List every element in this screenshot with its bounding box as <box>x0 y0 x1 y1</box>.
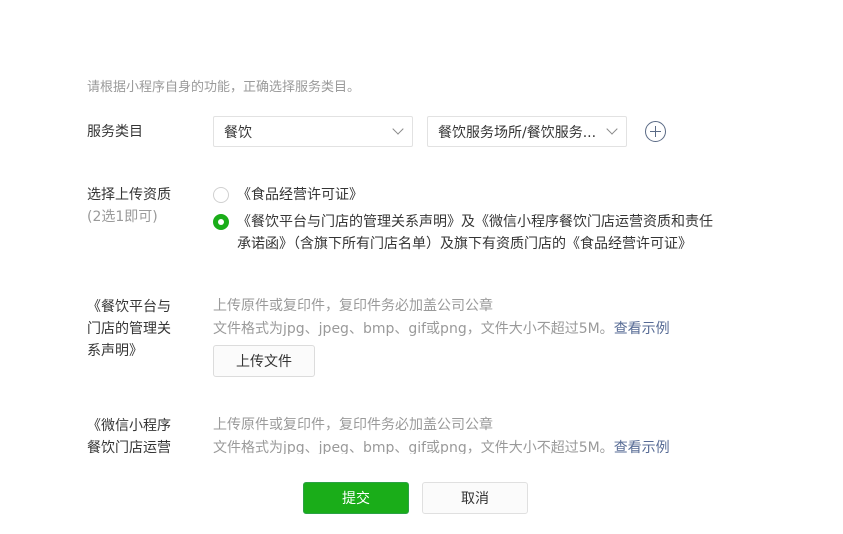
upload-format-text: 文件格式为jpg、jpeg、bmp、gif或png，文件大小不超过5M。 <box>213 440 614 454</box>
upload-label-line: 餐饮门店运营 <box>87 440 171 454</box>
category-secondary-select[interactable]: 餐饮服务场所/餐饮服务... <box>427 116 627 147</box>
qualification-option-text: 《餐饮平台与门店的管理关系声明》及《微信小程序餐饮门店运营资质和责任 承诺函》（… <box>237 211 713 255</box>
submit-button[interactable]: 提交 <box>303 482 409 514</box>
qualification-label: 选择上传资质 <box>87 187 171 203</box>
qualification-sublabel: (2选1即可) <box>87 209 158 225</box>
upload-file-button[interactable]: 上传文件 <box>213 345 315 377</box>
upload-label-line: 门店的管理关 <box>87 321 171 337</box>
upload-label-declaration: 《餐饮平台与 门店的管理关 系声明》 <box>87 296 171 362</box>
qualification-option-platform-declaration[interactable]: 《餐饮平台与门店的管理关系声明》及《微信小程序餐饮门店运营资质和责任 承诺函》（… <box>213 211 713 255</box>
upload-label-line: 系声明》 <box>87 343 143 359</box>
upload-format-text: 文件格式为jpg、jpeg、bmp、gif或png，文件大小不超过5M。 <box>213 321 614 337</box>
category-primary-value: 餐饮 <box>224 124 252 141</box>
qualification-option-line: 《餐饮平台与门店的管理关系声明》及《微信小程序餐饮门店运营资质和责任 <box>237 214 713 230</box>
chevron-down-icon <box>392 123 404 135</box>
view-example-link[interactable]: 查看示例 <box>614 440 670 454</box>
radio-checked-icon[interactable] <box>213 214 229 230</box>
scroll-clip-area: 《微信小程序 餐饮门店运营 上传原件或复印件，复印件务必加盖公司公章 文件格式为… <box>0 410 843 454</box>
qualification-option-food-license[interactable]: 《食品经营许可证》 <box>213 184 363 206</box>
category-secondary-value: 餐饮服务场所/餐饮服务... <box>438 124 597 141</box>
radio-unchecked-icon[interactable] <box>213 187 229 203</box>
upload-desc-original: 上传原件或复印件，复印件务必加盖公司公章 <box>213 417 493 433</box>
qualification-option-text: 《食品经营许可证》 <box>237 187 363 203</box>
upload-label-commitment: 《微信小程序 餐饮门店运营 <box>87 415 171 454</box>
qualification-option-line: 承诺函》（含旗下所有门店名单）及旗下有资质门店的《食品经营许可证》 <box>237 236 692 252</box>
upload-label-line: 《微信小程序 <box>87 418 171 434</box>
add-category-icon[interactable] <box>645 121 666 142</box>
upload-label-line: 《餐饮平台与 <box>87 299 171 315</box>
category-primary-select[interactable]: 餐饮 <box>213 116 413 147</box>
chevron-down-icon <box>606 123 618 135</box>
view-example-link[interactable]: 查看示例 <box>614 321 670 337</box>
service-category-label: 服务类目 <box>87 124 143 140</box>
cancel-button[interactable]: 取消 <box>422 482 528 514</box>
upload-desc-format: 文件格式为jpg、jpeg、bmp、gif或png，文件大小不超过5M。查看示例 <box>213 318 670 340</box>
upload-desc-format: 文件格式为jpg、jpeg、bmp、gif或png，文件大小不超过5M。查看示例 <box>213 437 670 454</box>
upload-desc-original: 上传原件或复印件，复印件务必加盖公司公章 <box>213 298 493 314</box>
hint-text: 请根据小程序自身的功能，正确选择服务类目。 <box>87 80 361 95</box>
